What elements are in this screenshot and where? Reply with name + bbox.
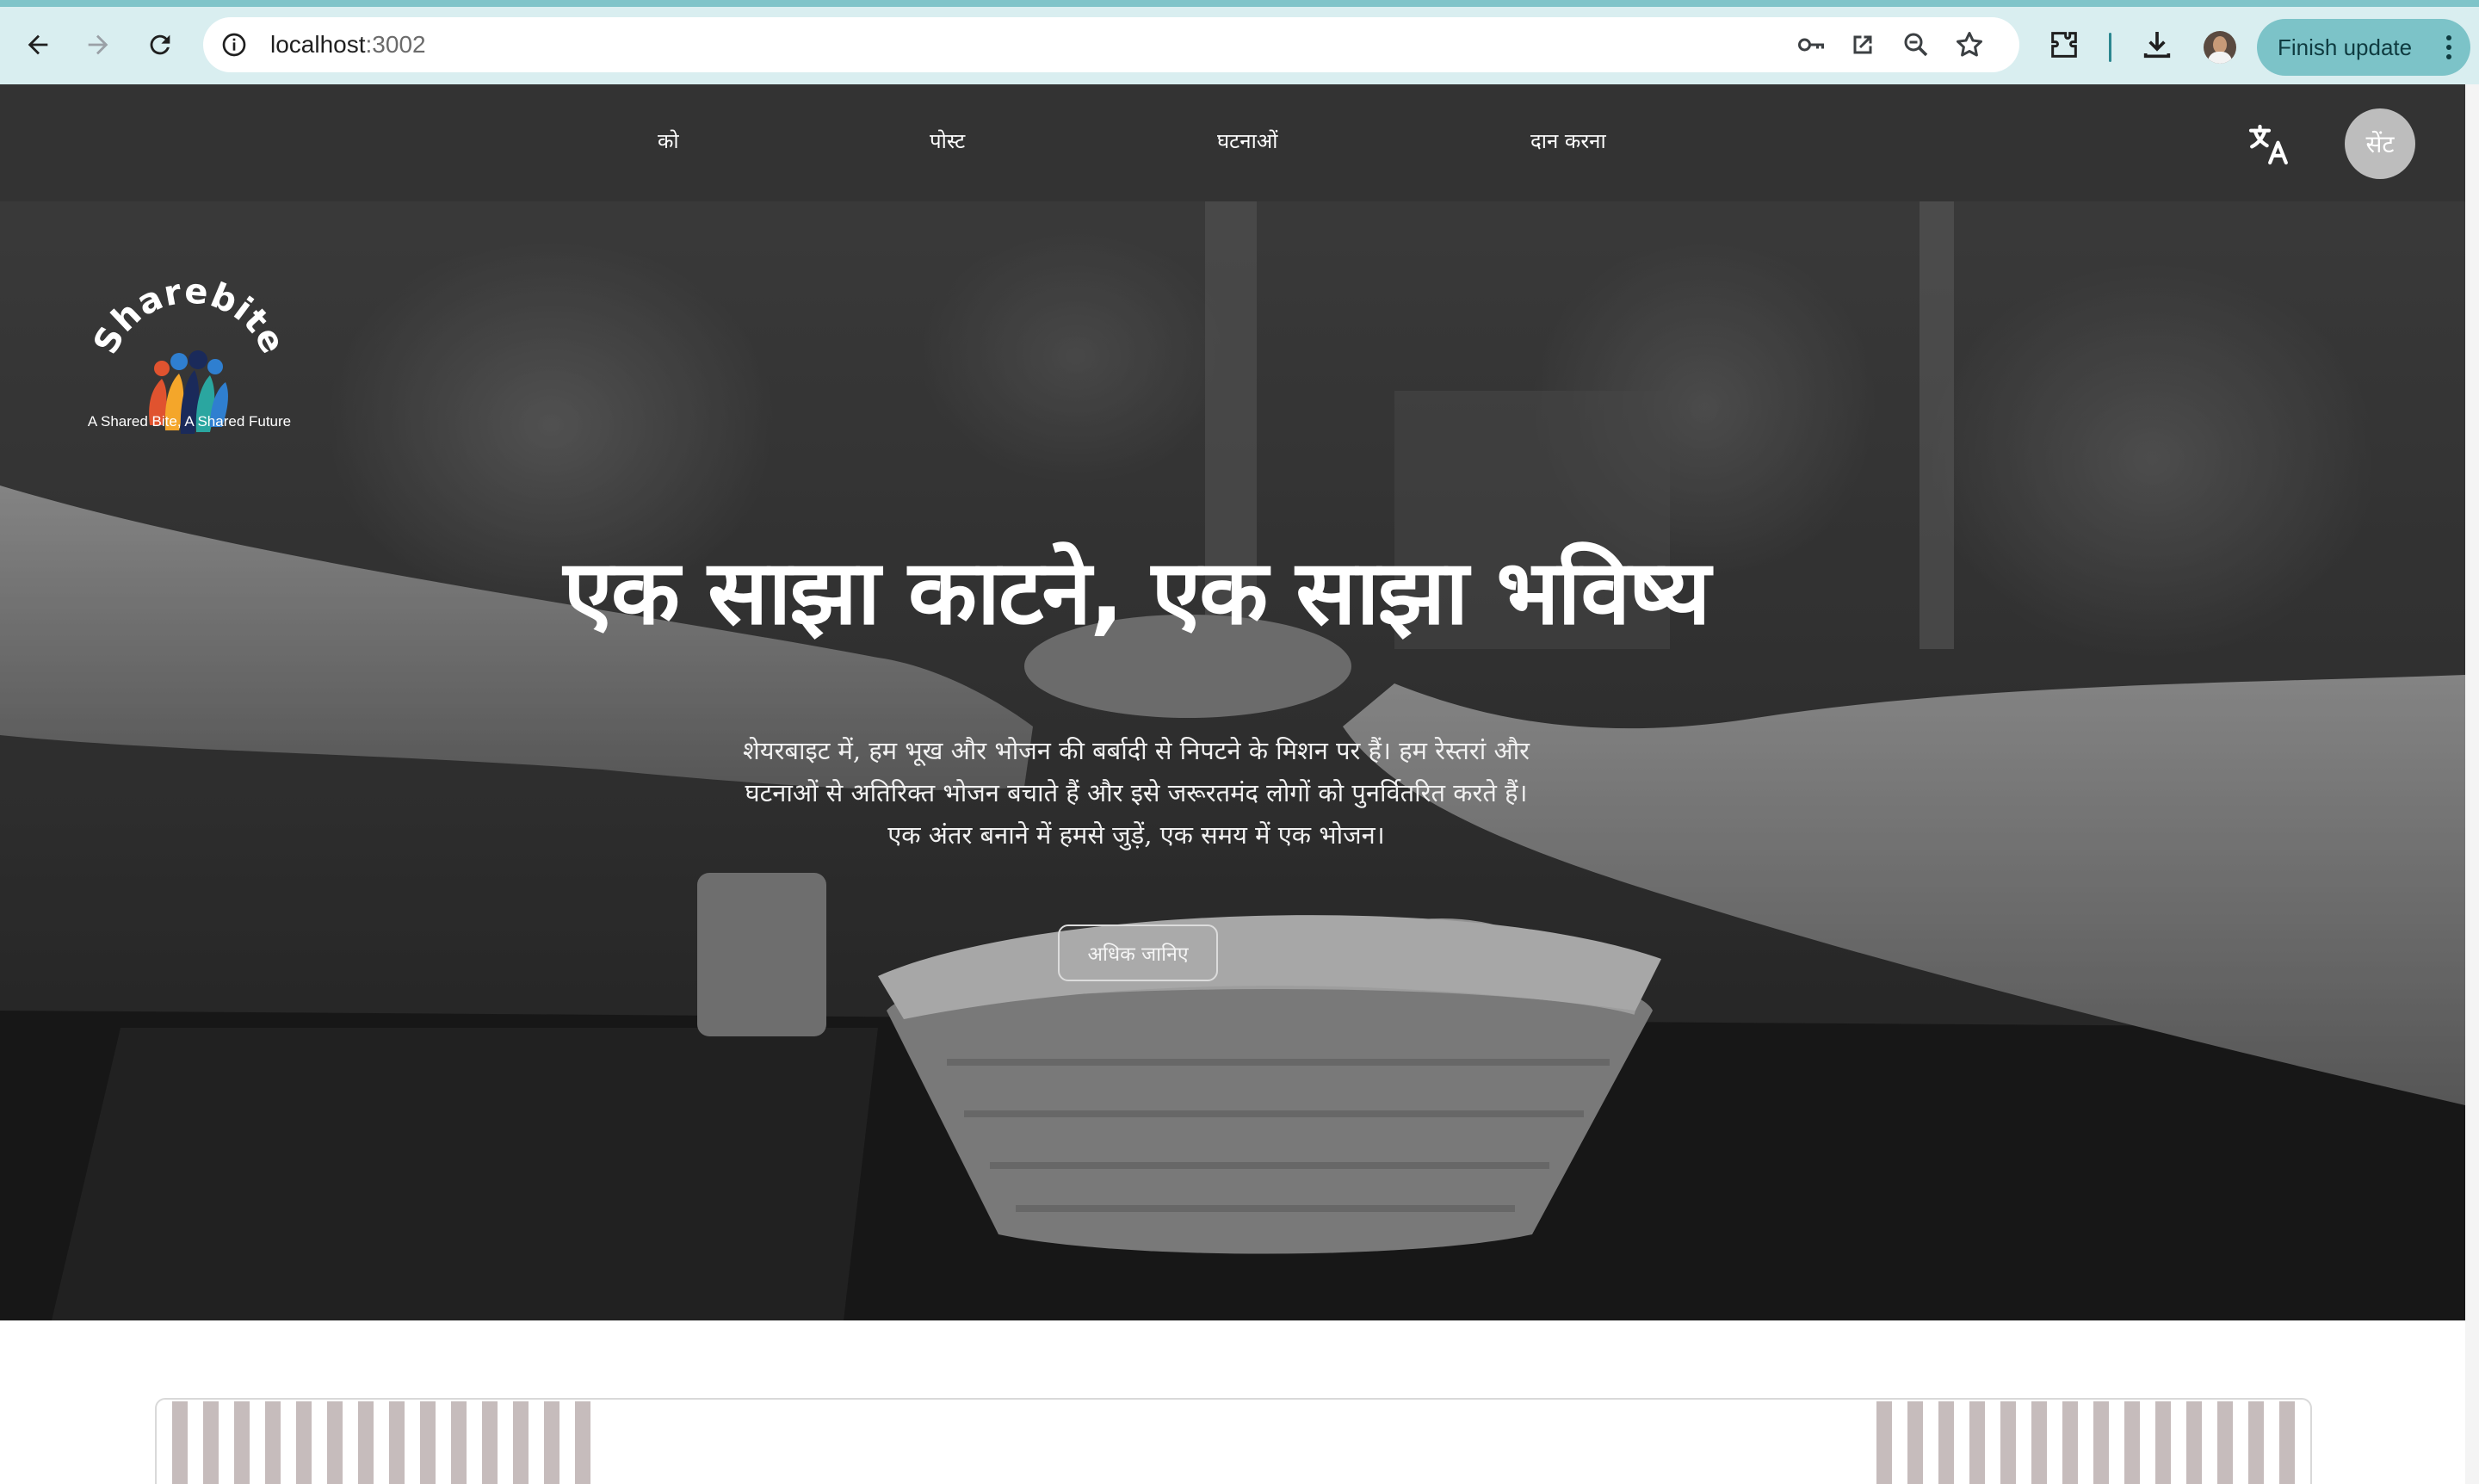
browser-toolbar: localhost:3002 Finish update (0, 0, 2479, 84)
learn-more-button[interactable]: अधिक जानिए (1058, 924, 1218, 981)
profile-avatar[interactable] (2204, 31, 2236, 64)
url-port: :3002 (365, 31, 426, 58)
hero-title: एक साझा काटने, एक साझा भविष्य (563, 540, 1711, 645)
arrow-left-icon (28, 34, 48, 55)
reload-icon (150, 34, 170, 55)
nav-item-donate[interactable]: दान करना (1530, 126, 1606, 157)
forward-button[interactable] (79, 26, 117, 64)
hero-description-line: एक अंतर बनाने में हमसे जुड़ें, एक समय मे… (887, 820, 1385, 850)
downloads-icon[interactable] (2140, 28, 2174, 62)
extensions-icon[interactable] (2047, 28, 2081, 62)
user-avatar[interactable]: सेंट (2345, 108, 2415, 179)
hero-description-line: शेयरबाइट में, हम भूख और भोजन की बर्बादी … (743, 736, 1530, 765)
more-menu-icon[interactable] (2446, 35, 2451, 59)
bookmark-star-icon[interactable] (1954, 29, 1985, 60)
page-scrollbar[interactable] (2465, 84, 2479, 1484)
brand-tagline: A Shared Bite, A Shared Future (87, 413, 292, 430)
arrow-right-icon (88, 34, 108, 55)
nav-item-about[interactable]: को (658, 126, 679, 157)
site-navbar: को पोस्ट घटनाओं दान करना सेंट (0, 84, 2465, 201)
hero-description: शेयरबाइट में, हम भूख और भोजन की बर्बादी … (663, 730, 1610, 856)
content-card (155, 1398, 2312, 1484)
striped-banner-left (172, 1401, 606, 1484)
zoom-icon[interactable] (1901, 29, 1932, 60)
url-text: localhost:3002 (270, 17, 426, 72)
svg-text:Sharebite: Sharebite (86, 279, 293, 361)
finish-update-label: Finish update (2278, 34, 2413, 60)
nav-item-posts[interactable]: पोस्ट (930, 126, 965, 157)
password-key-icon[interactable] (1796, 29, 1827, 60)
hero-description-line: घटनाओं से अतिरिक्त भोजन बचाते हैं और इसे… (745, 778, 1528, 807)
finish-update-button[interactable]: Finish update (2257, 19, 2470, 76)
site-info-icon[interactable] (220, 31, 248, 59)
hero-section: Sharebite A Shared Bite, A Shared Future… (0, 201, 2465, 1320)
translate-icon[interactable] (2245, 121, 2293, 169)
url-host: localhost (270, 31, 366, 58)
reload-button[interactable] (141, 26, 179, 64)
back-button[interactable] (19, 26, 57, 64)
open-in-app-icon[interactable] (1847, 29, 1878, 60)
sharebite-logo: Sharebite (86, 279, 293, 434)
striped-banner-right (1876, 1401, 2295, 1484)
address-bar[interactable]: localhost:3002 (203, 17, 2019, 72)
nav-item-events[interactable]: घटनाओं (1217, 126, 1277, 157)
toolbar-separator (2109, 33, 2111, 62)
